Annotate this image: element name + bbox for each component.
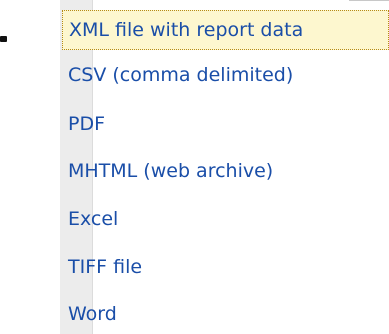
export-format-menu: XML file with report data CSV (comma del… bbox=[30, 0, 389, 334]
menu-item-label: Excel bbox=[68, 208, 119, 230]
menu-item-pdf[interactable]: PDF bbox=[62, 104, 389, 144]
menu-item-label: PDF bbox=[68, 113, 106, 135]
menu-item-label: MHTML (web archive) bbox=[68, 160, 274, 182]
bullet-dot-icon bbox=[0, 36, 7, 42]
menu-item-label: CSV (comma delimited) bbox=[68, 64, 294, 86]
menu-item-xml[interactable]: XML file with report data bbox=[62, 10, 389, 50]
menu-item-label: TIFF file bbox=[68, 256, 143, 278]
menu-item-csv[interactable]: CSV (comma delimited) bbox=[62, 55, 389, 95]
menu-item-label: Word bbox=[68, 303, 117, 325]
menu-item-word[interactable]: Word bbox=[62, 294, 389, 334]
menu-item-excel[interactable]: Excel bbox=[62, 199, 389, 239]
menu-item-mhtml[interactable]: MHTML (web archive) bbox=[62, 151, 389, 191]
menu-item-tiff[interactable]: TIFF file bbox=[62, 247, 389, 287]
menu-item-label: XML file with report data bbox=[69, 19, 304, 41]
menu-top-edge bbox=[349, 0, 389, 1]
export-format-dropdown-screen: XML file with report data CSV (comma del… bbox=[0, 0, 389, 334]
